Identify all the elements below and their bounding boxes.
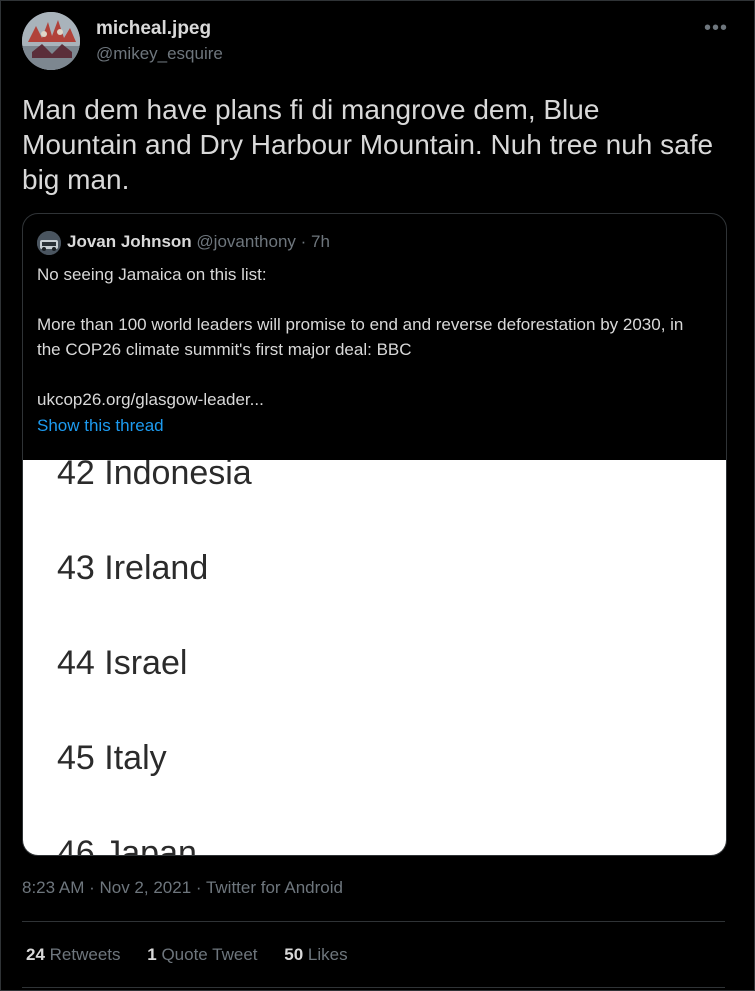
retweets-stat[interactable]: 24 Retweets [26,945,121,964]
image-list-row: 43 Ireland [57,549,209,587]
image-list-row: 44 Israel [57,644,188,682]
quoted-tweet-card[interactable]: Jovan Johnson @jovanthony · 7h No seeing… [22,213,727,856]
more-options-icon[interactable]: ••• [700,14,732,42]
quote-avatar-image [37,231,61,255]
likes-label: Likes [303,945,348,964]
quote-author-name[interactable]: Jovan Johnson [67,232,192,251]
engagement-stats: 24 Retweets 1 Quote Tweet 50 Likes [26,945,370,965]
quote-tweets-stat[interactable]: 1 Quote Tweet [147,945,257,964]
show-thread-link[interactable]: Show this thread [37,416,164,436]
tweet-text: Man dem have plans fi di mangrove dem, B… [22,94,714,195]
author-avatar-image [22,12,80,70]
quote-tweets-label: Quote Tweet [156,945,258,964]
author-handle[interactable]: @mikey_esquire [96,44,223,64]
author-avatar[interactable] [22,12,80,70]
quote-header: Jovan Johnson @jovanthony · 7h [67,232,330,252]
image-list-row: 45 Italy [57,739,167,777]
quote-line-2: More than 100 world leaders will promise… [37,315,684,359]
quote-text: No seeing Jamaica on this list: More tha… [37,262,707,412]
tweet-timestamp[interactable]: 8:23 AM · Nov 2, 2021 · Twitter for Andr… [22,878,343,898]
image-list-row: 42 Indonesia [57,460,252,492]
retweets-count: 24 [26,945,45,964]
retweets-label: Retweets [44,945,121,964]
image-list-row: 46 Japan [57,834,197,855]
likes-count: 50 [284,945,304,964]
quote-author-avatar[interactable] [37,231,61,255]
divider [22,921,725,922]
author-name[interactable]: micheal.jpeg [96,18,211,40]
quote-author-handle[interactable]: @jovanthony [196,232,296,251]
quote-media-image[interactable]: 42 Indonesia 43 Ireland 44 Israel 45 Ita… [23,460,726,855]
likes-stat[interactable]: 50 Likes [284,945,347,964]
quote-tweets-count: 1 [147,945,157,964]
quote-separator: · [295,232,312,251]
quote-line-1: No seeing Jamaica on this list: [37,265,267,284]
divider [22,987,725,988]
quote-age[interactable]: 7h [311,232,330,251]
quote-link[interactable]: ukcop26.org/glasgow-leader... [37,387,707,412]
